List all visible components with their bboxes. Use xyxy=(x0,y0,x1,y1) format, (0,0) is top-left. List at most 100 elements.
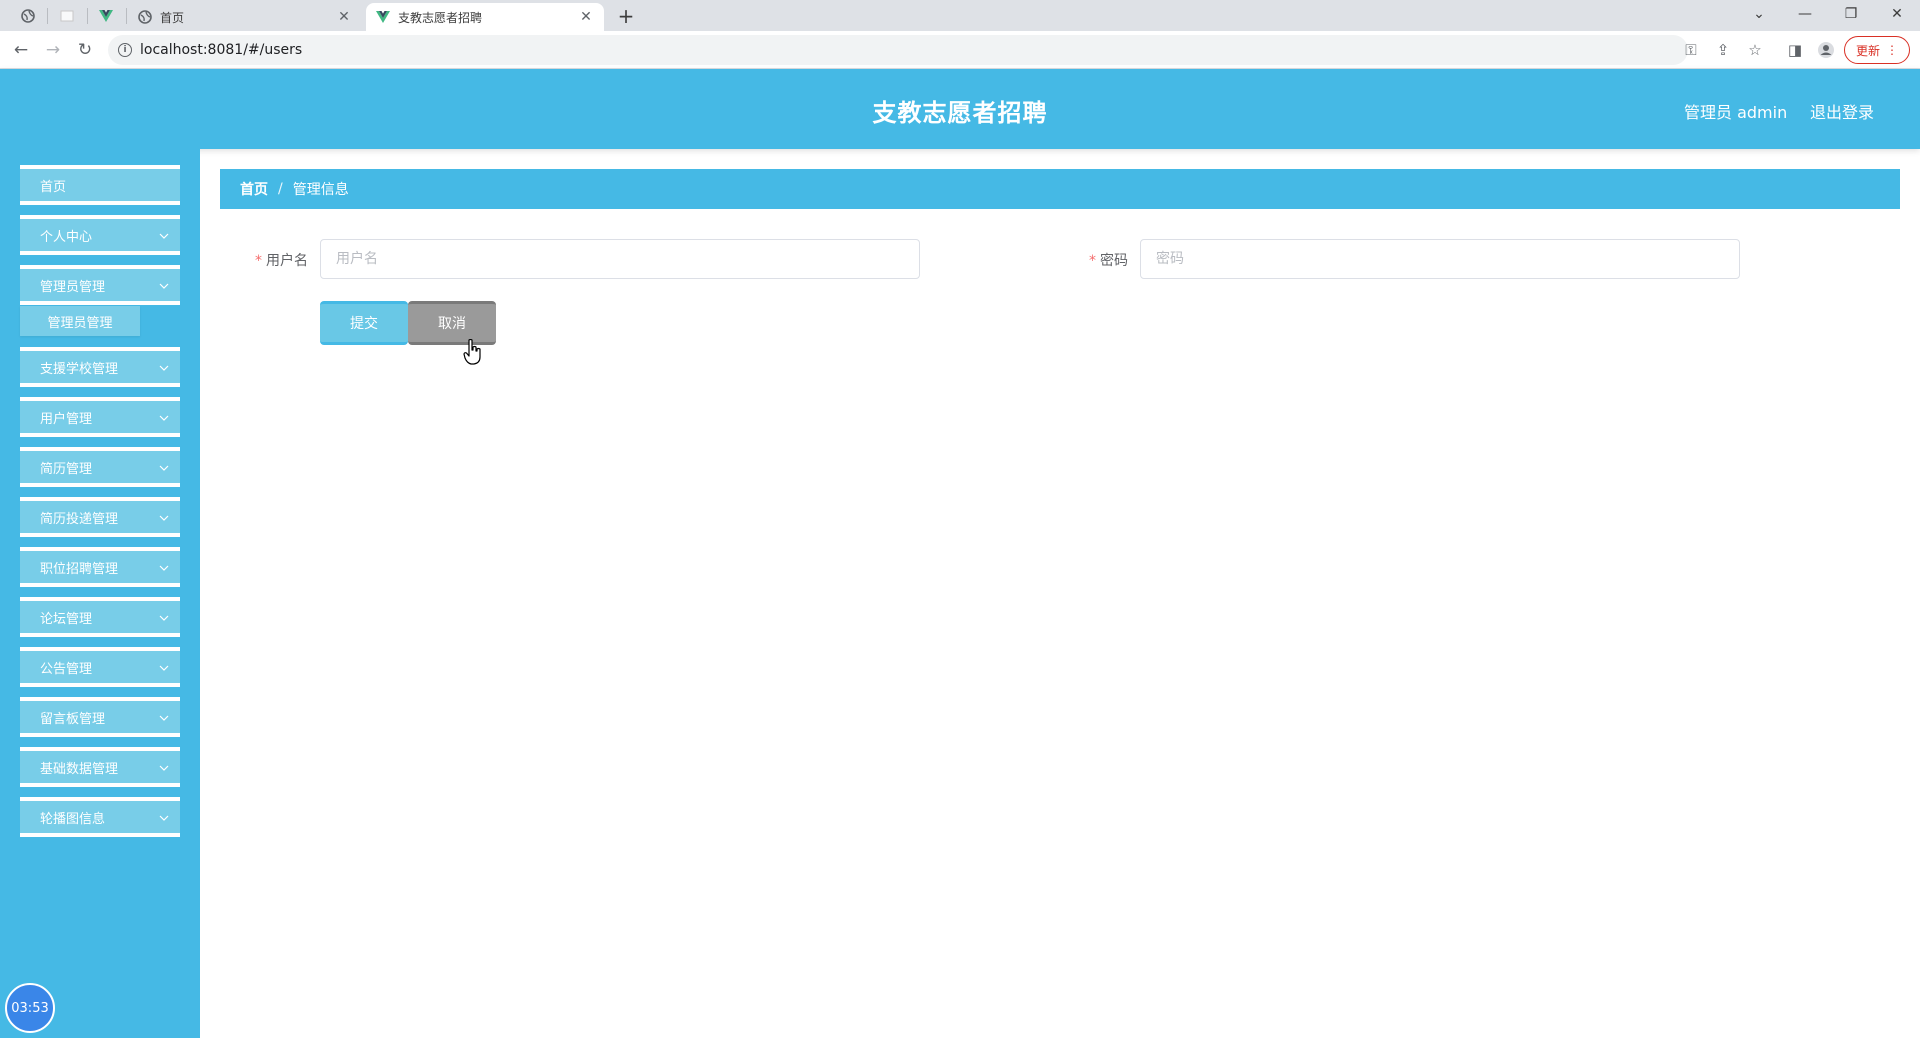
submit-button[interactable]: 提交 xyxy=(320,301,408,345)
close-window-button[interactable]: ✕ xyxy=(1874,0,1920,28)
tab-search-icon[interactable]: ⌄ xyxy=(1736,0,1782,28)
sidebar-item-resume-delivery[interactable]: 简历投递管理 xyxy=(20,497,180,537)
update-button[interactable]: 更新 ⋮ xyxy=(1844,36,1910,64)
chevron-down-icon xyxy=(159,665,169,671)
breadcrumb-current: 管理信息 xyxy=(292,182,349,198)
chevron-down-icon xyxy=(159,765,169,771)
sidebar-item-label: 管理员管理 xyxy=(40,279,106,295)
submenu-item-admin-management[interactable]: 管理员管理 xyxy=(20,306,140,336)
chevron-down-icon xyxy=(159,565,169,571)
logout-link[interactable]: 退出登录 xyxy=(1810,99,1874,123)
sidebar-item-home[interactable]: 首页 xyxy=(20,165,180,205)
update-label: 更新 xyxy=(1855,43,1880,58)
chevron-down-icon xyxy=(159,233,169,239)
pinned-tab-vue[interactable] xyxy=(91,3,121,29)
sidebar-item-admin-management[interactable]: 管理员管理 xyxy=(20,265,180,305)
chevron-down-icon xyxy=(159,815,169,821)
share-icon[interactable]: ⇪ xyxy=(1712,39,1734,61)
minimize-button[interactable]: — xyxy=(1782,0,1828,28)
sidebar-item-label: 留言板管理 xyxy=(40,711,106,727)
sidebar-item-forum[interactable]: 论坛管理 xyxy=(20,597,180,637)
username-label: * 用户名 xyxy=(255,250,308,270)
submenu-item-label: 管理员管理 xyxy=(47,315,113,331)
pinned-tab-globe[interactable] xyxy=(13,3,43,29)
submit-button-label: 提交 xyxy=(350,316,378,332)
tab-title: 支教志愿者招聘 xyxy=(398,10,483,25)
sidebar-item-carousel[interactable]: 轮播图信息 xyxy=(20,797,180,837)
bookmark-star-icon[interactable]: ☆ xyxy=(1744,39,1766,61)
browser-toolbar: ← → ↻ i localhost:8081/#/users ⚿ ⇪ ☆ ◨ 更… xyxy=(0,31,1920,69)
clock-widget: 03:53 xyxy=(5,983,55,1033)
close-tab-icon[interactable]: ✕ xyxy=(578,9,594,25)
sidebar-item-label: 轮播图信息 xyxy=(40,811,106,827)
url-text: localhost:8081/#/users xyxy=(140,42,303,58)
sidebar-item-label: 公告管理 xyxy=(40,661,93,677)
password-label-text: 密码 xyxy=(1100,253,1128,269)
page-icon xyxy=(60,10,74,22)
sidebar-item-label: 用户管理 xyxy=(40,411,93,427)
sidebar-item-resume-management[interactable]: 简历管理 xyxy=(20,447,180,487)
sidebar-item-label: 基础数据管理 xyxy=(40,761,119,777)
chevron-down-icon xyxy=(159,515,169,521)
sidebar-item-label: 论坛管理 xyxy=(40,611,93,627)
reload-icon[interactable]: ↻ xyxy=(72,37,98,63)
app-header: 支教志愿者招聘 管理员 admin 退出登录 xyxy=(0,69,1920,149)
password-input[interactable] xyxy=(1140,239,1740,279)
new-tab-button[interactable]: + xyxy=(612,3,640,29)
sidebar-item-user-management[interactable]: 用户管理 xyxy=(20,397,180,437)
sidebar-item-basic-data[interactable]: 基础数据管理 xyxy=(20,747,180,787)
browser-tab-bar: 首页 ✕ 支教志愿者招聘 ✕ + ⌄ — ❐ ✕ xyxy=(0,0,1920,31)
chevron-up-icon xyxy=(159,283,169,289)
chevron-down-icon xyxy=(159,365,169,371)
breadcrumb: 首页 / 管理信息 xyxy=(220,169,1900,209)
globe-icon xyxy=(21,9,35,23)
globe-icon xyxy=(138,10,152,24)
sidebar-item-label: 简历管理 xyxy=(40,461,93,477)
chevron-down-icon xyxy=(159,615,169,621)
sidebar-item-announcements[interactable]: 公告管理 xyxy=(20,647,180,687)
breadcrumb-home[interactable]: 首页 xyxy=(240,179,268,199)
restore-button[interactable]: ❐ xyxy=(1828,0,1874,28)
vue-logo-icon xyxy=(99,10,113,22)
chevron-down-icon xyxy=(159,465,169,471)
forward-arrow-icon[interactable]: → xyxy=(40,37,66,63)
site-info-icon[interactable]: i xyxy=(118,43,132,57)
breadcrumb-separator: / xyxy=(278,181,283,197)
tab-separator xyxy=(126,8,127,24)
sidebar-item-label: 支援学校管理 xyxy=(40,361,119,377)
required-asterisk: * xyxy=(1089,253,1096,269)
username-label-text: 用户名 xyxy=(266,253,308,269)
cancel-button-label: 取消 xyxy=(438,316,466,332)
profile-avatar-icon[interactable] xyxy=(1815,39,1837,61)
sidebar-item-job-recruitment[interactable]: 职位招聘管理 xyxy=(20,547,180,587)
more-menu-icon: ⋮ xyxy=(1886,43,1898,57)
required-asterisk: * xyxy=(255,253,262,269)
password-label: * 密码 xyxy=(1089,250,1128,270)
tab-separator xyxy=(47,8,48,24)
sidebar-item-personal-center[interactable]: 个人中心 xyxy=(20,215,180,255)
tab-active[interactable]: 支教志愿者招聘 ✕ xyxy=(366,3,604,31)
key-icon[interactable]: ⚿ xyxy=(1680,39,1702,61)
vue-logo-icon xyxy=(376,11,390,23)
address-bar[interactable]: i localhost:8081/#/users xyxy=(108,35,1688,65)
tab-separator xyxy=(87,8,88,24)
tab-home[interactable]: 首页 ✕ xyxy=(128,3,362,31)
sidebar-item-label: 职位招聘管理 xyxy=(40,561,119,577)
sidebar-item-message-board[interactable]: 留言板管理 xyxy=(20,697,180,737)
close-tab-icon[interactable]: ✕ xyxy=(336,9,352,25)
chevron-down-icon xyxy=(159,715,169,721)
chevron-down-icon xyxy=(159,415,169,421)
pinned-tab-blank[interactable] xyxy=(52,3,82,29)
sidebar-item-label: 个人中心 xyxy=(40,229,93,245)
sidebar-item-label: 首页 xyxy=(40,179,67,195)
current-user: 管理员 admin xyxy=(1684,103,1788,122)
username-input[interactable] xyxy=(320,239,920,279)
sidebar-item-label: 简历投递管理 xyxy=(40,511,119,527)
app-title: 支教志愿者招聘 xyxy=(872,99,1048,127)
side-panel-icon[interactable]: ◨ xyxy=(1784,39,1806,61)
tab-title: 首页 xyxy=(160,10,185,25)
sidebar: 首页 个人中心 管理员管理 管理员管理 支援学校管理 用户管理 简历管理 简历投… xyxy=(0,149,200,1038)
back-arrow-icon[interactable]: ← xyxy=(8,37,34,63)
sidebar-item-school-management[interactable]: 支援学校管理 xyxy=(20,347,180,387)
hand-pointer-cursor-icon xyxy=(463,339,481,365)
